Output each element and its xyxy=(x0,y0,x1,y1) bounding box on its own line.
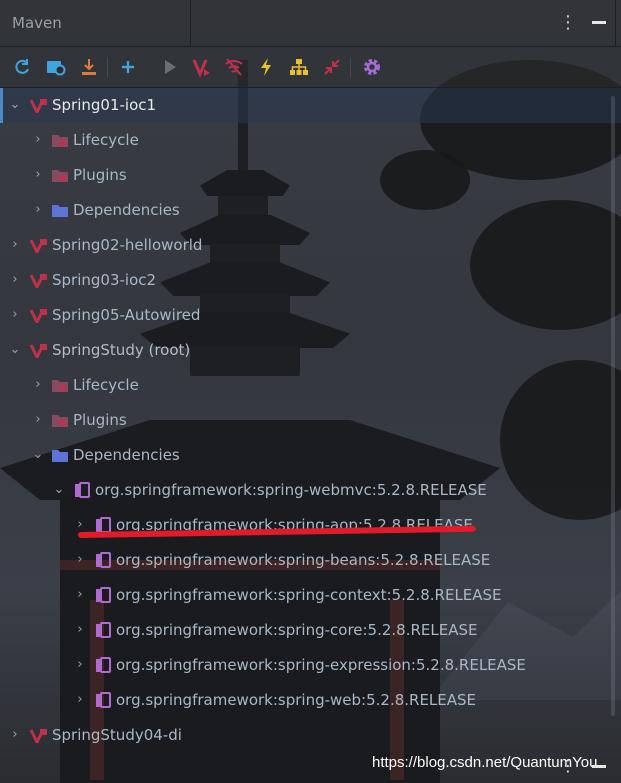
skip-tests-icon[interactable] xyxy=(254,55,278,79)
toggle-offline-icon[interactable] xyxy=(222,55,246,79)
chevron-down-icon[interactable]: ⌄ xyxy=(31,448,45,462)
library-icon xyxy=(94,587,112,603)
chevron-right-icon[interactable]: › xyxy=(73,588,87,602)
tree-row-label: Dependencies xyxy=(73,201,180,219)
tree-row-label: org.springframework:spring-context:5.2.8… xyxy=(116,586,502,604)
tree-row-label: Spring05-Autowired xyxy=(52,306,201,324)
tree-row-label: Spring03-ioc2 xyxy=(52,271,157,289)
maven-project-icon xyxy=(29,237,48,256)
add-icon[interactable] xyxy=(116,55,140,79)
tree-row-spring-webmvc[interactable]: ⌄ org.springframework:spring-webmvc:5.2.… xyxy=(0,473,621,508)
chevron-right-icon[interactable]: › xyxy=(73,553,87,567)
tree-row-label: Spring02-helloworld xyxy=(52,236,203,254)
settings-icon[interactable] xyxy=(360,55,384,79)
chevron-down-icon[interactable]: ⌄ xyxy=(8,98,22,112)
chevron-right-icon[interactable]: › xyxy=(31,168,45,182)
tool-window-title: Maven xyxy=(12,14,62,32)
chevron-right-icon[interactable]: › xyxy=(73,658,87,672)
tree-row-label: Plugins xyxy=(73,166,127,184)
tree-row-label: Spring01-ioc1 xyxy=(52,96,157,114)
tree-row-spring-web[interactable]: › org.springframework:spring-web:5.2.8.R… xyxy=(0,683,621,718)
tree-row-label: org.springframework:spring-expression:5.… xyxy=(116,656,526,674)
tree-row-label: SpringStudy04-di xyxy=(52,726,182,744)
tree-row-lifecycle[interactable]: › Lifecycle xyxy=(0,368,621,403)
tree-row-plugins[interactable]: › Plugins xyxy=(0,158,621,193)
options-menu-icon[interactable]: ⋮ xyxy=(558,12,578,34)
tree-row-lifecycle[interactable]: › Lifecycle xyxy=(0,123,621,158)
tree-row-spring05-autowired[interactable]: › Spring05-Autowired xyxy=(0,298,621,333)
folder-blue-icon xyxy=(51,447,69,463)
tree-row-springstudy-root[interactable]: ⌄ SpringStudy (root) xyxy=(0,333,621,368)
maven-project-icon xyxy=(29,342,48,361)
collapse-all-icon[interactable] xyxy=(320,55,344,79)
bottom-options-icon[interactable]: ⋮ xyxy=(560,756,576,775)
tree-row-label: Dependencies xyxy=(73,446,180,464)
library-icon xyxy=(94,657,112,673)
library-icon xyxy=(73,482,91,498)
tree-row-dependencies[interactable]: ⌄ Dependencies xyxy=(0,438,621,473)
reload-icon[interactable] xyxy=(10,55,34,79)
folder-gear-icon xyxy=(51,377,69,393)
folder-gear-icon xyxy=(51,412,69,428)
tree-row-dependencies[interactable]: › Dependencies xyxy=(0,193,621,228)
run-icon[interactable] xyxy=(158,55,182,79)
tree-row-spring-core[interactable]: › org.springframework:spring-core:5.2.8.… xyxy=(0,613,621,648)
maven-toolbar xyxy=(0,47,621,88)
maven-project-icon xyxy=(29,97,48,116)
tree-row-spring01-ioc1[interactable]: ⌄ Spring01-ioc1 xyxy=(0,88,621,123)
chevron-right-icon[interactable]: › xyxy=(31,133,45,147)
chevron-right-icon[interactable]: › xyxy=(31,378,45,392)
tree-row-label: SpringStudy (root) xyxy=(52,341,191,359)
folder-gear-icon xyxy=(51,132,69,148)
chevron-right-icon[interactable]: › xyxy=(8,273,22,287)
chevron-right-icon[interactable]: › xyxy=(73,693,87,707)
library-icon xyxy=(94,552,112,568)
chevron-right-icon[interactable]: › xyxy=(8,728,22,742)
tree-row-spring-beans[interactable]: › org.springframework:spring-beans:5.2.8… xyxy=(0,543,621,578)
tool-window-header: Maven ⋮ xyxy=(0,0,621,47)
folder-blue-icon xyxy=(51,202,69,218)
maven-project-icon xyxy=(29,727,48,746)
tree-row-label: org.springframework:spring-core:5.2.8.RE… xyxy=(116,621,478,639)
chevron-right-icon[interactable]: › xyxy=(8,238,22,252)
hide-window-button[interactable] xyxy=(592,21,606,24)
tree-row-label: Lifecycle xyxy=(73,131,139,149)
library-icon xyxy=(94,692,112,708)
tree-row-spring03-ioc2[interactable]: › Spring03-ioc2 xyxy=(0,263,621,298)
library-icon xyxy=(94,622,112,638)
tree-row-spring-context[interactable]: › org.springframework:spring-context:5.2… xyxy=(0,578,621,613)
vertical-scrollbar[interactable] xyxy=(611,96,615,716)
tree-row-label: Lifecycle xyxy=(73,376,139,394)
chevron-right-icon[interactable]: › xyxy=(73,623,87,637)
tree-row-label: org.springframework:spring-web:5.2.8.REL… xyxy=(116,691,477,709)
tree-row-spring-expression[interactable]: › org.springframework:spring-expression:… xyxy=(0,648,621,683)
header-divider xyxy=(190,0,191,46)
maven-tool-window: Maven ⋮ ⌄ Spring01-ioc1 › Lifecycle › Pl… xyxy=(0,0,621,783)
execute-goal-icon[interactable] xyxy=(190,55,214,79)
show-dependencies-icon[interactable] xyxy=(287,55,311,79)
maven-project-icon xyxy=(29,307,48,326)
chevron-down-icon[interactable]: ⌄ xyxy=(52,483,66,497)
tree-row-label: org.springframework:spring-webmvc:5.2.8.… xyxy=(95,481,487,499)
chevron-right-icon[interactable]: › xyxy=(31,203,45,217)
tree-row-label: org.springframework:spring-beans:5.2.8.R… xyxy=(116,551,491,569)
tree-row-label: Plugins xyxy=(73,411,127,429)
tree-row-spring02-helloworld[interactable]: › Spring02-helloworld xyxy=(0,228,621,263)
generate-sources-icon[interactable] xyxy=(44,55,68,79)
tree-row-springstudy04-di[interactable]: › SpringStudy04-di xyxy=(0,718,621,753)
chevron-down-icon[interactable]: ⌄ xyxy=(8,343,22,357)
download-icon[interactable] xyxy=(77,55,101,79)
tree-row-plugins[interactable]: › Plugins xyxy=(0,403,621,438)
chevron-right-icon[interactable]: › xyxy=(31,413,45,427)
chevron-right-icon[interactable]: › xyxy=(8,308,22,322)
folder-gear-icon xyxy=(51,167,69,183)
chevron-right-icon[interactable]: › xyxy=(73,518,87,532)
maven-project-icon xyxy=(29,272,48,291)
bottom-minimize-icon[interactable] xyxy=(592,765,606,768)
